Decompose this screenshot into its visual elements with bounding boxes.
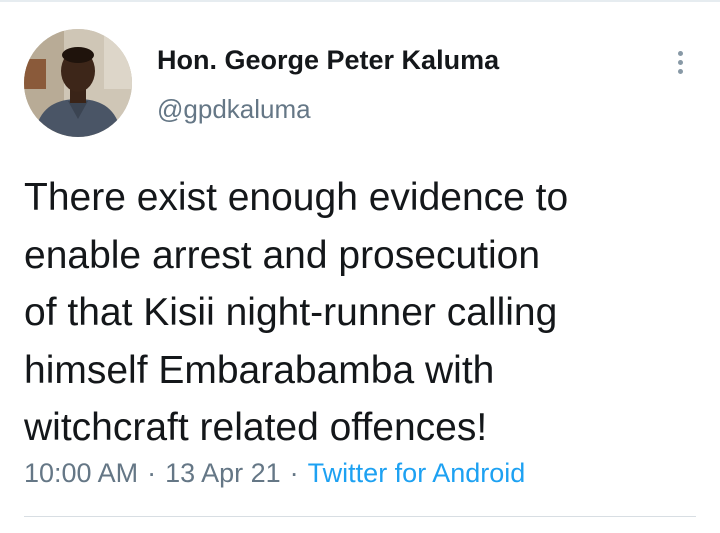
tweet-text: There exist enough evidence to enable ar… [24,169,696,457]
more-vertical-icon [677,68,683,74]
tweet-text-line: himself Embarabamba with [24,348,495,392]
more-options-button[interactable] [664,44,696,80]
tweet-text-line: There exist enough evidence to [24,176,569,219]
more-vertical-icon [677,50,683,56]
more-vertical-icon [677,59,683,65]
bottom-divider [24,516,696,517]
tweet-source-link[interactable]: Twitter for Android [308,458,526,488]
tweet-metadata: 10:00 AM · 13 Apr 21 · Twitter for Android [24,456,525,490]
avatar-photo-icon [24,29,132,137]
tweet-date[interactable]: 13 Apr 21 [165,458,281,488]
tweet-time[interactable]: 10:00 AM [24,458,138,488]
top-divider [0,0,720,2]
separator-dot: · [147,458,157,488]
tweet-text-line: of that Kisii night-runner calling [24,291,558,334]
tweet-text-line: witchcraft related offences! [24,406,488,449]
author-display-name[interactable]: Hon. George Peter Kaluma [157,44,499,76]
avatar[interactable] [24,29,132,137]
separator-dot: · [289,458,299,488]
tweet-text-line: enable arrest and prosecution [24,233,541,277]
author-handle[interactable]: @gpdkaluma [157,94,311,124]
